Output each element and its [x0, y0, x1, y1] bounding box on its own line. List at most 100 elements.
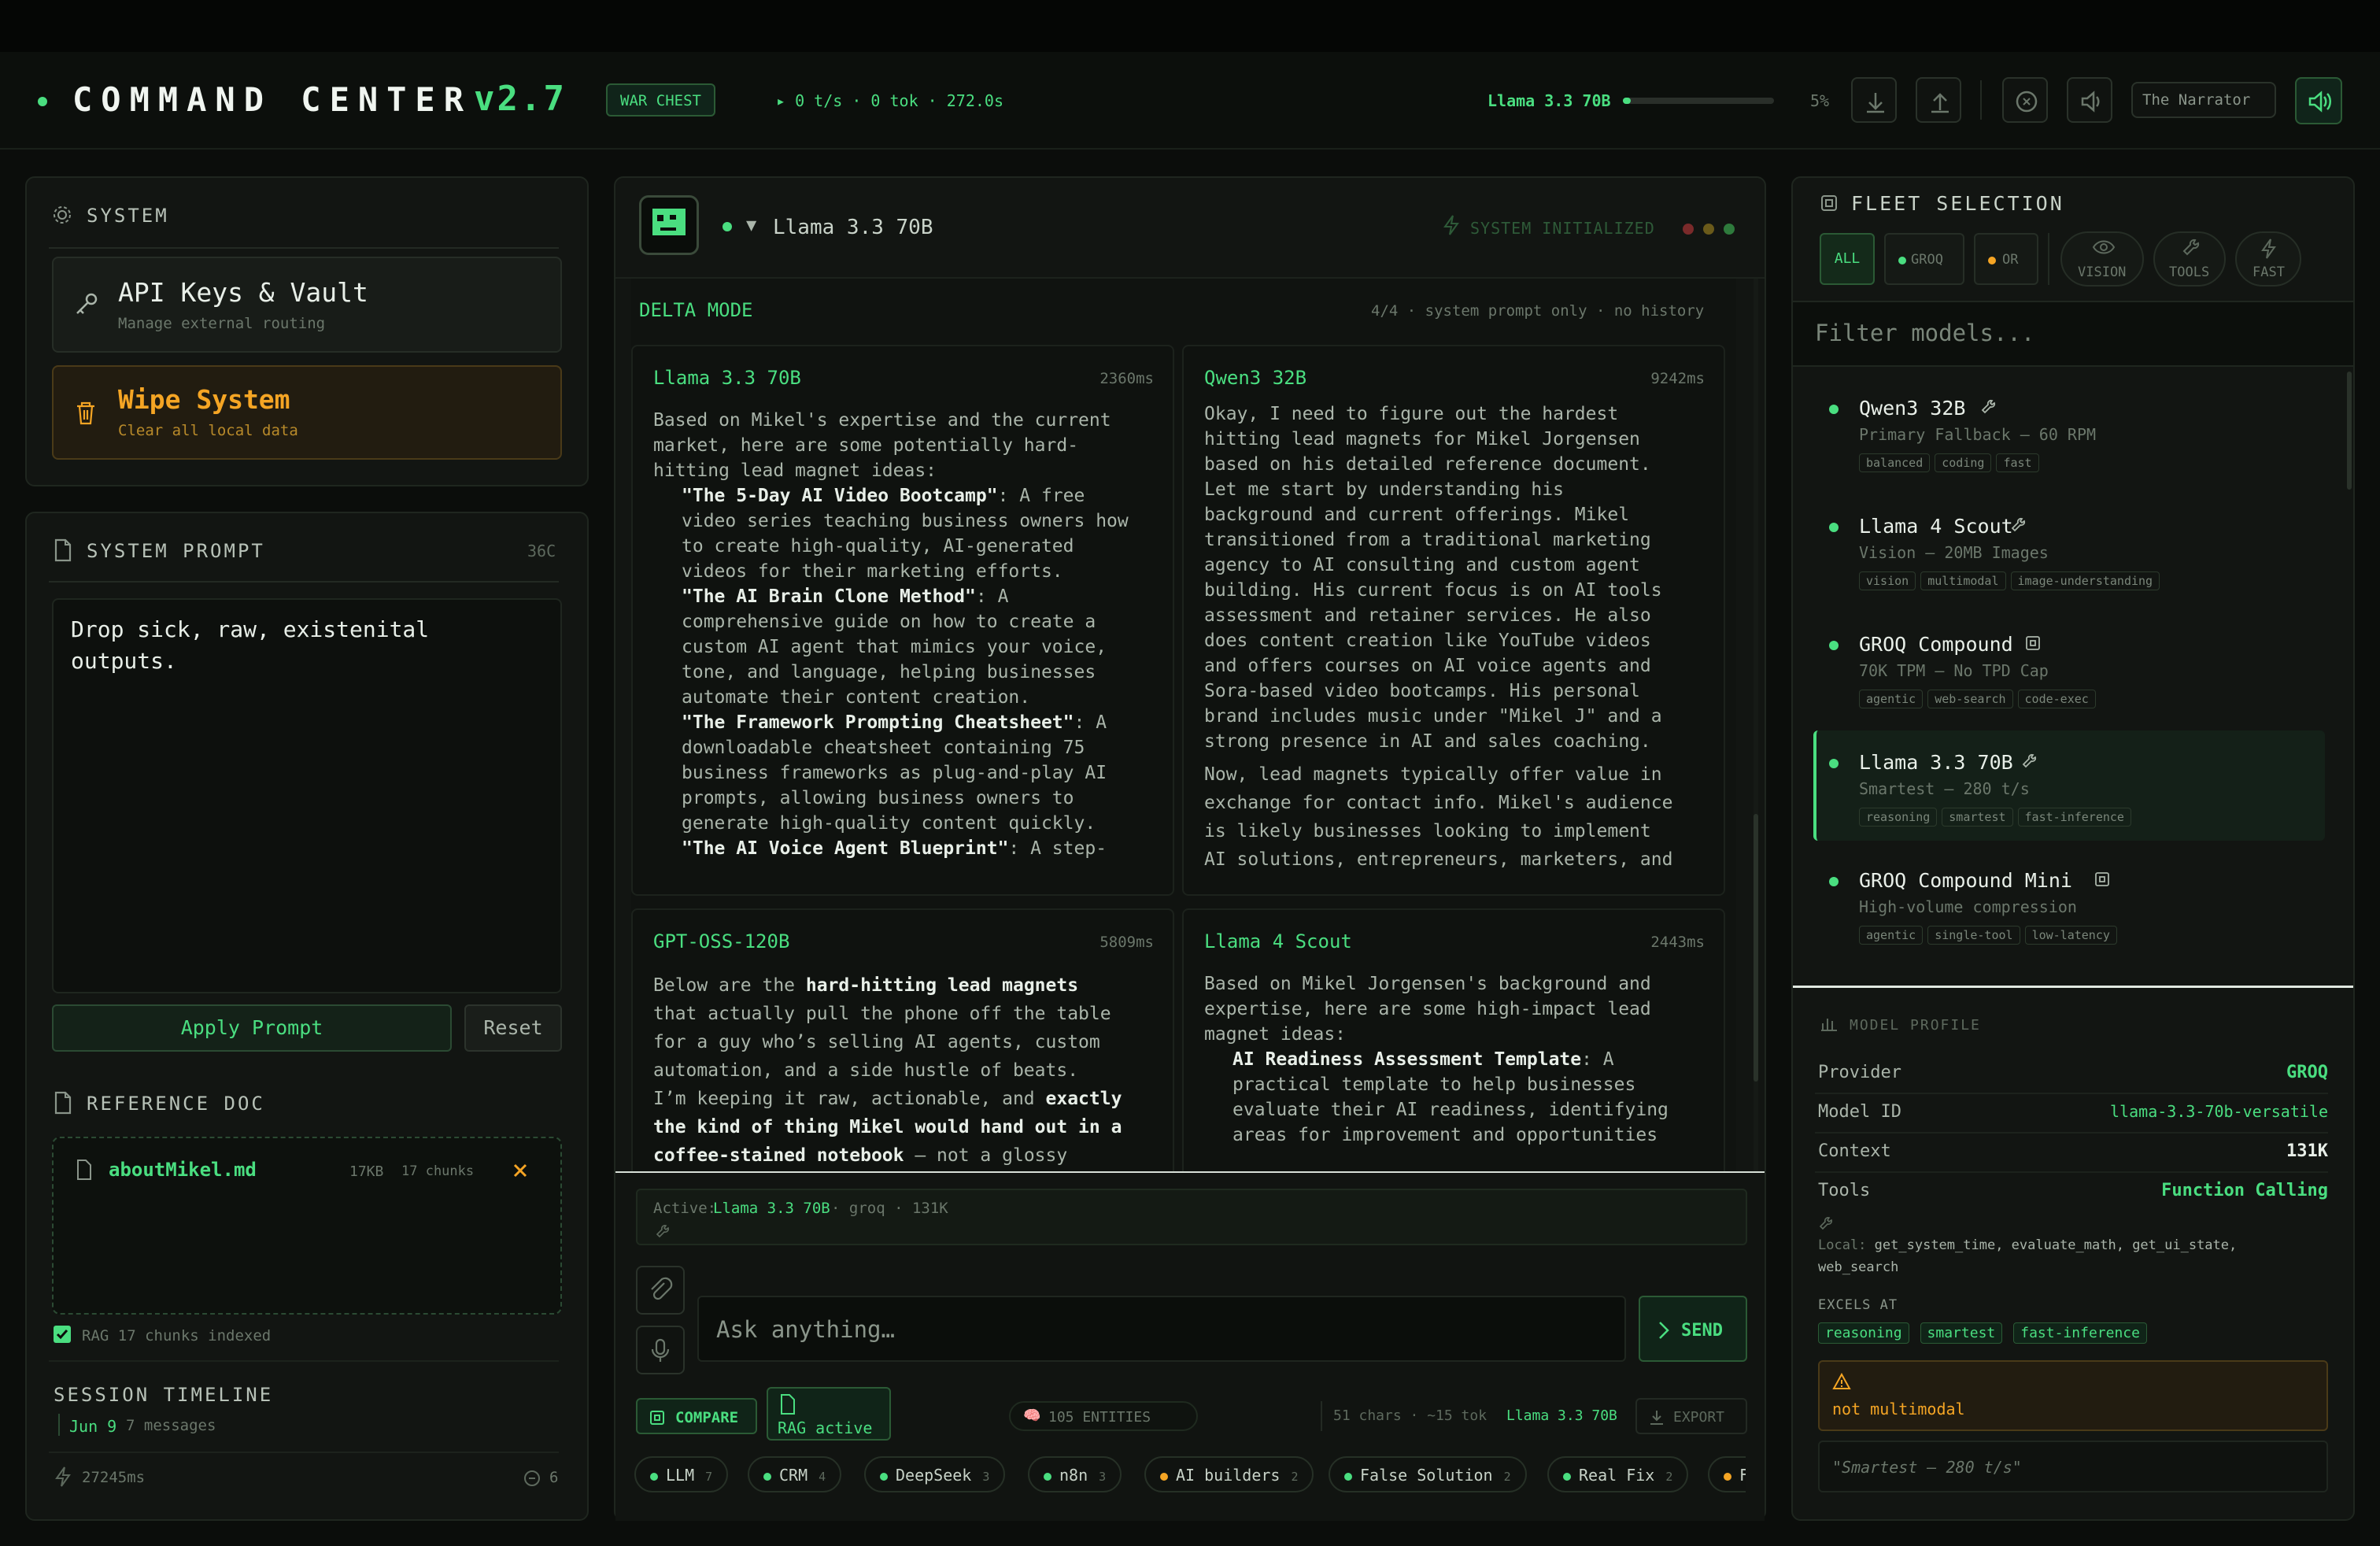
chip-icon — [1821, 195, 1837, 211]
entity-chip[interactable]: CRM 4 — [748, 1456, 842, 1492]
voice-select[interactable]: The Narrator — [2131, 82, 2276, 118]
fleet-panel: FLEET SELECTION ALL GROQ OR VISION TOOLS… — [1791, 176, 2355, 1521]
apply-prompt-button[interactable]: Apply Prompt — [52, 1004, 452, 1052]
model-status-dot — [1829, 641, 1839, 650]
entity-chip[interactable]: Real Fix 2 — [1547, 1456, 1689, 1492]
chip-count: 4 — [819, 1470, 826, 1484]
excel-tag: reasoning — [1818, 1322, 1909, 1344]
model-subtitle: 70K TPM — No TPD Cap — [1859, 661, 2049, 680]
wrench-icon — [2182, 239, 2200, 256]
reference-doc-dropzone[interactable]: aboutMikel.md 17KB 17 chunks — [52, 1137, 562, 1315]
rag-checkbox[interactable] — [54, 1326, 71, 1343]
api-keys-button[interactable]: API Keys & Vault Manage external routing — [52, 257, 562, 353]
speaker-toggle-button[interactable] — [2295, 77, 2342, 124]
entity-chip[interactable]: AI builders 2 — [1144, 1456, 1314, 1492]
model-status-dot — [1829, 877, 1839, 886]
divider — [1815, 1171, 2328, 1173]
model-tag: agentic — [1859, 926, 1924, 945]
filter-all[interactable]: ALL — [1820, 233, 1875, 285]
download-button[interactable] — [1851, 77, 1897, 123]
entity-chip[interactable]: False Solution 2 — [1329, 1456, 1527, 1492]
profile-tools-row: Tools Function Calling — [1818, 1181, 2328, 1200]
model-tags: agentic single-tool low-latency — [1859, 926, 2122, 945]
chip-label: CRM — [779, 1466, 808, 1485]
entity-chip[interactable]: LLM 7 — [634, 1456, 729, 1492]
compare-button[interactable]: COMPARE — [636, 1398, 757, 1434]
idea-title: "The AI Brain Clone Method" — [682, 586, 976, 607]
war-chest-badge[interactable]: WAR CHEST — [606, 83, 715, 117]
model-tags: agentic web-search code-exec — [1859, 690, 2101, 708]
chat-model-selector[interactable]: Llama 3.3 70B — [773, 216, 933, 239]
scrollbar-thumb[interactable] — [1754, 814, 1758, 1082]
profile-model-id: llama-3.3-70b-versatile — [2110, 1102, 2328, 1121]
profile-tools: Function Calling — [2161, 1181, 2328, 1200]
model-list-scrollbar[interactable] — [2347, 372, 2352, 490]
entities-badge[interactable]: 🧠 105 ENTITIES — [1009, 1401, 1198, 1431]
filter-vision[interactable]: VISION — [2060, 231, 2144, 287]
rag-active-button[interactable]: RAG active — [767, 1387, 891, 1441]
wipe-system-button[interactable]: Wipe System Clear all local data — [52, 365, 562, 460]
model-item[interactable]: Llama 4 Scout Vision — 20MB Images visio… — [1813, 494, 2325, 605]
local-label: Local: — [1818, 1237, 1867, 1253]
model-item-selected[interactable]: Llama 3.3 70B Smartest — 280 t/s reasoni… — [1813, 730, 2325, 841]
volume-button[interactable] — [2067, 77, 2112, 123]
model-name: GROQ Compound — [1859, 633, 2013, 656]
chat-input[interactable]: Ask anything… — [697, 1296, 1626, 1362]
file-icon — [77, 1160, 91, 1180]
groq-dot — [1898, 257, 1906, 264]
divider — [1815, 1093, 2328, 1094]
model-name: Llama 3.3 70B — [1859, 751, 2013, 774]
chip-dot — [880, 1473, 888, 1481]
scrollbar-track[interactable] — [1754, 279, 1758, 1269]
filter-tools[interactable]: TOOLS — [2153, 231, 2226, 287]
model-status-dot — [1829, 523, 1839, 532]
filter-or[interactable]: OR — [1974, 233, 2038, 285]
model-subtitle: High-volume compression — [1859, 897, 2077, 916]
reference-doc-title: REFERENCE DOC — [87, 1093, 265, 1115]
send-button[interactable]: SEND — [1639, 1296, 1747, 1362]
model-item[interactable]: Qwen3 32B Primary Fallback — 60 RPM bala… — [1813, 376, 2325, 486]
excels-tags: reasoning smartest fast-inference — [1818, 1322, 2152, 1344]
chip-dot — [1344, 1473, 1352, 1481]
reference-doc-filename[interactable]: aboutMikel.md — [109, 1159, 257, 1181]
model-tag: coding — [1935, 453, 1992, 472]
model-subtitle: Vision — 20MB Images — [1859, 543, 2049, 562]
response-intro: Based on Mikel Jorgensen's background an… — [1204, 974, 1651, 1045]
entity-chip[interactable]: DeepSeek 3 — [864, 1456, 1006, 1492]
timeline-date[interactable]: Jun 9 — [69, 1417, 116, 1436]
model-tag: fast — [1996, 453, 2039, 472]
model-name: Llama 4 Scout — [1859, 515, 2013, 538]
chip-dot — [1044, 1473, 1051, 1481]
model-dropdown-chevron[interactable]: ▼ — [746, 216, 756, 235]
idea-title: AI Readiness Assessment Template — [1232, 1049, 1582, 1070]
chip-label: False Solution — [1360, 1466, 1493, 1485]
response-paragraph: Okay, I need to figure out the hardest h… — [1204, 404, 1662, 752]
profile-provider-row: Provider GROQ — [1818, 1063, 2328, 1082]
model-subtitle: Primary Fallback — 60 RPM — [1859, 425, 2097, 444]
model-item[interactable]: GROQ Compound 70K TPM — No TPD Cap agent… — [1813, 612, 2325, 723]
reset-prompt-button[interactable]: Reset — [464, 1004, 562, 1052]
export-button[interactable]: EXPORT — [1635, 1398, 1747, 1434]
timeline-messages: 7 messages — [126, 1417, 216, 1434]
chip-dot — [650, 1473, 658, 1481]
upload-button[interactable] — [1916, 77, 1961, 123]
model-item[interactable]: GROQ Compound Mini High-volume compressi… — [1813, 849, 2325, 959]
lightning-icon — [55, 1466, 71, 1487]
prompt-char-count: 36C — [527, 542, 556, 560]
response-latency: 5809ms — [1099, 934, 1154, 951]
filter-fast[interactable]: FAST — [2235, 231, 2301, 287]
status-light-red — [1683, 224, 1694, 235]
close-icon[interactable] — [512, 1162, 529, 1179]
model-name: Qwen3 32B — [1859, 397, 1966, 420]
stop-button[interactable] — [2002, 77, 2048, 123]
paperclip-icon — [651, 1277, 673, 1300]
progress-percent: 5% — [1810, 91, 1830, 110]
filter-groq[interactable]: GROQ — [1884, 233, 1964, 285]
entity-chip[interactable]: n8n 3 — [1028, 1456, 1122, 1492]
attach-button[interactable] — [636, 1266, 685, 1315]
microphone-button[interactable] — [636, 1326, 685, 1374]
entity-chip[interactable]: F — [1708, 1456, 1746, 1492]
warning-icon — [1832, 1373, 1851, 1389]
filter-models-input[interactable]: Filter models... — [1793, 302, 2353, 365]
system-prompt-textarea[interactable]: Drop sick, raw, existenital outputs. — [52, 598, 562, 993]
